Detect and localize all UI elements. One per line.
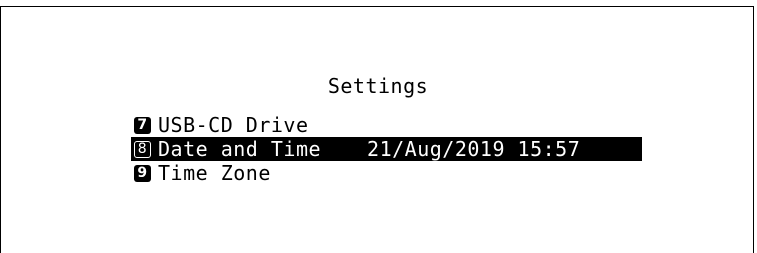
menu-item-date-and-time[interactable]: 8 Date and Time 21/Aug/2019 15:57 <box>131 137 642 161</box>
screen-title: Settings <box>327 74 429 98</box>
menu-item-label: USB-CD Drive <box>158 113 309 137</box>
date-time-value: 21/Aug/2019 15:57 <box>367 137 581 161</box>
menu-item-time-zone[interactable]: 9 Time Zone <box>134 161 642 185</box>
lcd-screen: Settings 7 USB-CD Drive 8 Date and Time … <box>0 6 754 253</box>
settings-menu: 7 USB-CD Drive 8 Date and Time 21/Aug/20… <box>131 113 642 185</box>
menu-item-label: Time Zone <box>158 161 271 185</box>
menu-item-usb-cd-drive[interactable]: 7 USB-CD Drive <box>134 113 642 137</box>
menu-item-label: Date and Time <box>158 137 322 161</box>
number-8-icon: 8 <box>134 140 151 158</box>
number-9-icon: 9 <box>134 164 151 182</box>
number-7-icon: 7 <box>134 116 151 134</box>
